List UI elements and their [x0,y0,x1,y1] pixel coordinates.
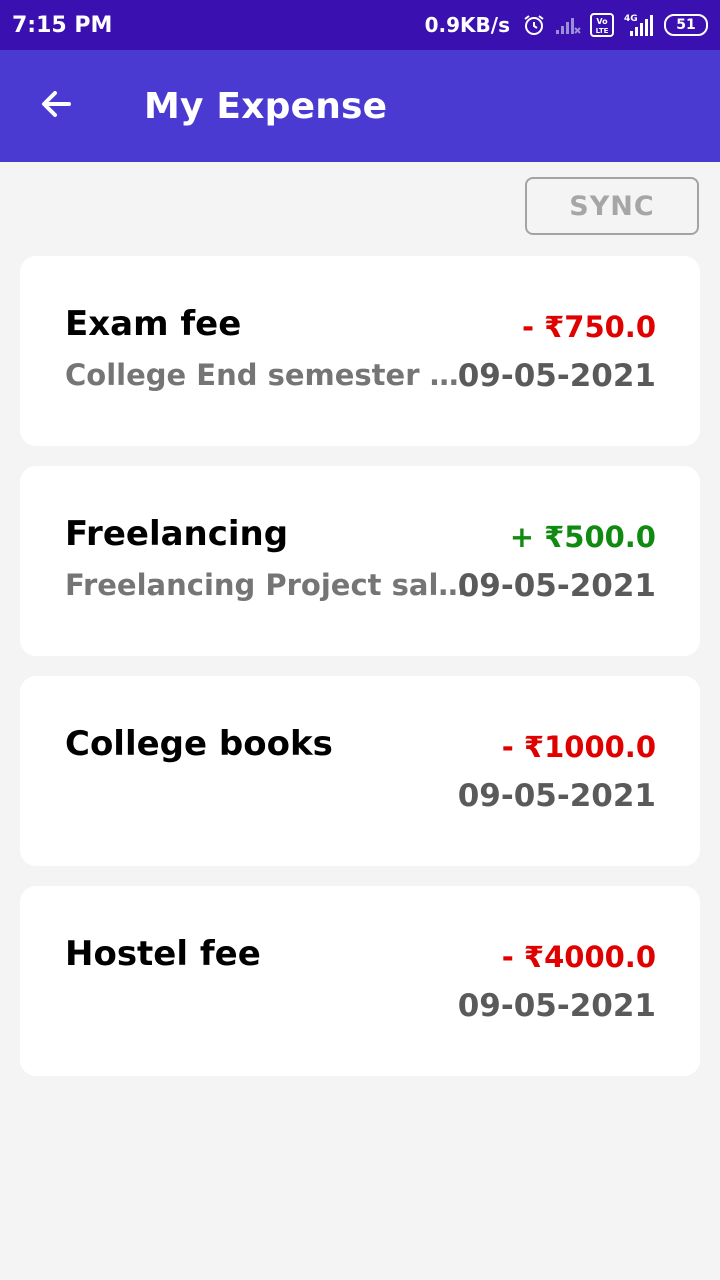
sync-button[interactable]: SYNC [525,177,699,235]
transaction-date: 09-05-2021 [457,568,656,604]
status-icons: 0.9KB/s Vo LTE 4G 51 [425,12,708,38]
transaction-card[interactable]: Freelancing + ₹500.0 Freelancing Project… [20,466,700,656]
alarm-icon [522,13,546,37]
transaction-title: Freelancing [65,514,289,554]
volte-icon: Vo LTE [590,13,614,37]
battery-icon: 51 [664,14,708,36]
svg-text:LTE: LTE [596,27,609,35]
transaction-card[interactable]: Hostel fee - ₹4000.0 09-05-2021 [20,886,700,1076]
transaction-date: 09-05-2021 [457,988,656,1024]
4g-signal-icon: 4G [622,12,656,38]
signal-icon [554,14,582,36]
back-button[interactable] [28,78,84,134]
transaction-card[interactable]: College books - ₹1000.0 09-05-2021 [20,676,700,866]
transaction-amount: - ₹4000.0 [501,940,656,974]
arrow-back-icon [37,85,75,127]
transaction-title: Hostel fee [65,934,261,974]
transaction-amount: - ₹1000.0 [501,730,656,764]
svg-text:Vo: Vo [596,17,608,26]
transaction-date: 09-05-2021 [457,778,656,814]
transaction-title: College books [65,724,333,764]
status-time: 7:15 PM [12,12,113,38]
page-title: My Expense [144,85,388,127]
network-speed: 0.9KB/s [424,13,510,37]
transaction-card[interactable]: Exam fee - ₹750.0 College End semester e… [20,256,700,446]
transaction-title: Exam fee [65,304,242,344]
transaction-date: 09-05-2021 [457,358,656,394]
svg-text:4G: 4G [624,14,638,24]
status-bar: 7:15 PM 0.9KB/s Vo LTE 4G 51 [0,0,720,50]
transaction-description: Freelancing Project salary [65,568,475,602]
transaction-description: College End semester exam fee [65,358,475,392]
app-bar: My Expense [0,50,720,162]
transaction-amount: - ₹750.0 [521,310,656,344]
transaction-amount: + ₹500.0 [509,520,656,554]
